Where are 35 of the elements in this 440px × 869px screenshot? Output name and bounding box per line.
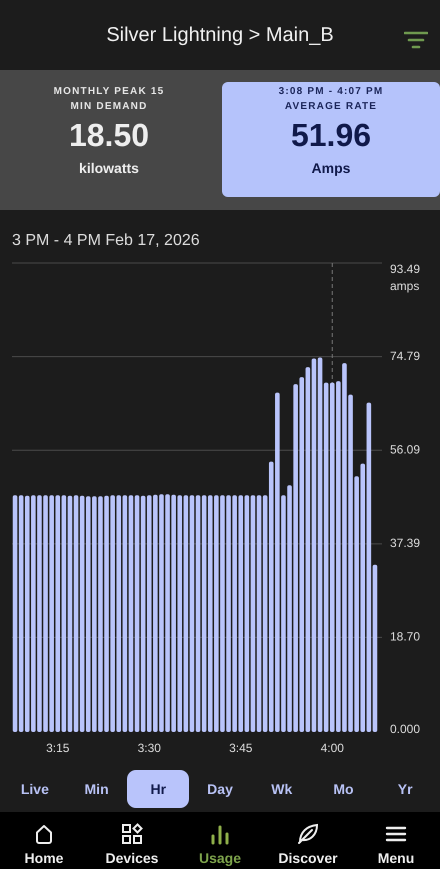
nav-tab[interactable]: Menu (356, 822, 436, 866)
card-label: AVERAGE RATE (284, 100, 378, 114)
y-axis-label: 18.70 (390, 630, 420, 644)
y-axis-unit: amps (390, 279, 420, 294)
y-axis-label: 56.09 (390, 442, 420, 456)
card-unit: Amps (312, 160, 350, 176)
card-subtitle: 3:08 PM - 4:07 PM (278, 85, 384, 99)
nav-tab[interactable]: Devices (92, 822, 172, 866)
x-axis-label: 3:45 (229, 741, 252, 755)
period-tab[interactable]: Live (4, 770, 66, 808)
period-tab[interactable]: Yr (374, 770, 436, 808)
x-axis-label: 3:15 (46, 741, 70, 755)
card-label: MONTHLY PEAK 15 MIN DEMAND (52, 85, 166, 114)
grid-icon (120, 822, 144, 846)
card-unit: kilowatts (79, 160, 139, 176)
screen-title: Silver Lightning > Main_B (106, 24, 334, 46)
nav-tab[interactable]: Usage (180, 822, 260, 866)
nav-tab[interactable]: Home (4, 822, 84, 866)
period-tab[interactable]: Mo (312, 770, 374, 808)
nav-tab[interactable]: Discover (268, 822, 348, 866)
x-axis-label: 3:30 (138, 741, 161, 755)
period-tab[interactable]: Day (189, 770, 251, 808)
card-value: 18.50 (68, 116, 150, 154)
leaf-icon (296, 822, 320, 846)
y-axis-label: 37.39 (390, 536, 420, 550)
y-axis-label: 93.49 (390, 262, 420, 276)
date-range-label: 3 PM - 4 PM Feb 17, 2026 (11, 231, 201, 251)
y-axis-label: 74.79 (390, 348, 420, 363)
filter-icon[interactable] (404, 30, 428, 50)
period-tab[interactable]: Hr (127, 770, 190, 808)
y-axis-label: 0.000 (390, 722, 420, 736)
x-axis-label: 4:00 (320, 741, 344, 755)
period-tab[interactable]: Min (66, 770, 128, 808)
card-value: 51.96 (290, 116, 372, 154)
period-tab[interactable]: Wk (250, 770, 313, 808)
